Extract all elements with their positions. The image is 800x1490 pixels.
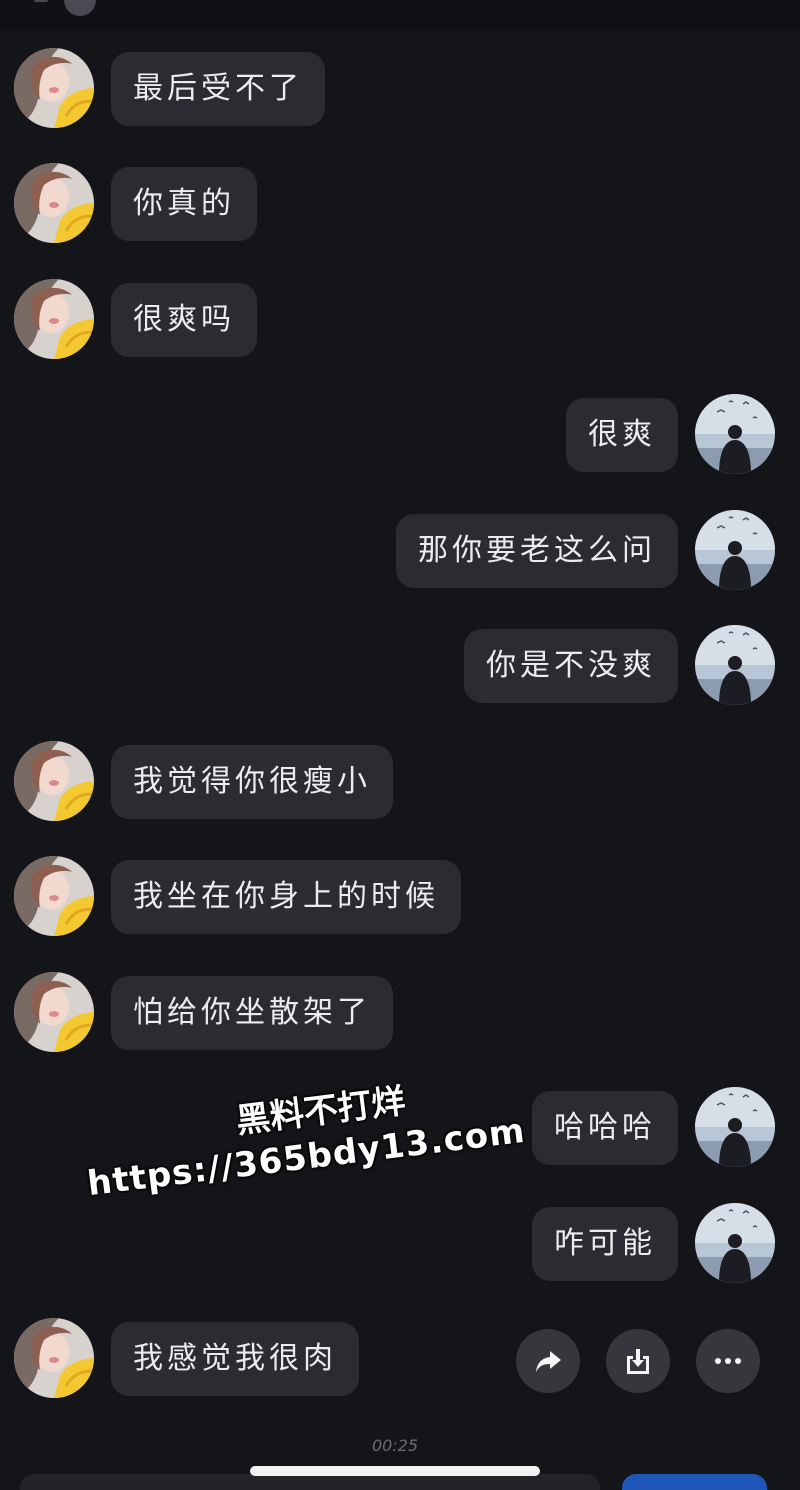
message-row: 很爽 [0, 394, 800, 476]
sender-avatar-female[interactable] [14, 48, 94, 128]
message-bubble[interactable]: 很爽吗 [111, 283, 257, 357]
message-row: 那你要老这么问 [0, 510, 800, 592]
sender-avatar-female[interactable] [14, 1318, 94, 1398]
message-bubble[interactable]: 我感觉我很肉 [111, 1322, 359, 1396]
more-dots-icon [715, 1358, 741, 1364]
download-button[interactable] [606, 1329, 670, 1393]
man-silhouette-icon [695, 394, 775, 474]
woman-photo-icon [14, 856, 94, 936]
woman-photo-icon [14, 741, 94, 821]
home-indicator [250, 1466, 540, 1476]
man-silhouette-icon [695, 510, 775, 590]
message-row: 怕给你坐散架了 [0, 972, 800, 1054]
message-bubble[interactable]: 最后受不了 [111, 52, 325, 126]
contact-avatar[interactable] [64, 0, 96, 16]
more-button[interactable] [696, 1329, 760, 1393]
download-icon [627, 1349, 649, 1374]
message-bubble[interactable]: 哈哈哈 [532, 1091, 678, 1165]
sender-avatar-female[interactable] [14, 856, 94, 936]
sender-avatar-female[interactable] [14, 163, 94, 243]
man-silhouette-icon [695, 1203, 775, 1283]
message-input-bar[interactable] [20, 1474, 600, 1490]
send-button[interactable] [622, 1474, 767, 1490]
message-bubble[interactable]: 我坐在你身上的时候 [111, 860, 461, 934]
sender-avatar-male[interactable] [695, 625, 775, 705]
message-row: 最后受不了 [0, 48, 800, 130]
woman-photo-icon [14, 48, 94, 128]
watermark: 黑料不打烊 https://365bdy13.com [70, 1064, 537, 1207]
man-silhouette-icon [695, 625, 775, 705]
message-row: 你真的 [0, 163, 800, 245]
woman-photo-icon [14, 163, 94, 243]
sender-avatar-male[interactable] [695, 510, 775, 590]
message-row: 咋可能 [0, 1203, 800, 1285]
man-silhouette-icon [695, 1087, 775, 1167]
woman-photo-icon [14, 1318, 94, 1398]
video-timer: 00:25 [371, 1436, 419, 1455]
back-icon[interactable] [34, 0, 48, 2]
top-bar [0, 0, 800, 30]
message-bubble[interactable]: 很爽 [566, 398, 678, 472]
media-actions [516, 1329, 766, 1395]
message-bubble[interactable]: 那你要老这么问 [396, 514, 678, 588]
share-arrow-icon [536, 1351, 561, 1372]
message-row: 很爽吗 [0, 279, 800, 361]
message-bubble[interactable]: 怕给你坐散架了 [111, 976, 393, 1050]
message-bubble[interactable]: 咋可能 [532, 1207, 678, 1281]
sender-avatar-male[interactable] [695, 1087, 775, 1167]
sender-avatar-female[interactable] [14, 972, 94, 1052]
woman-photo-icon [14, 279, 94, 359]
woman-photo-icon [14, 972, 94, 1052]
share-button[interactable] [516, 1329, 580, 1393]
message-row: 我坐在你身上的时候 [0, 856, 800, 938]
sender-avatar-male[interactable] [695, 1203, 775, 1283]
sender-avatar-female[interactable] [14, 279, 94, 359]
message-row: 我觉得你很瘦小 [0, 741, 800, 823]
sender-avatar-female[interactable] [14, 741, 94, 821]
message-bubble[interactable]: 你是不没爽 [464, 629, 678, 703]
sender-avatar-male[interactable] [695, 394, 775, 474]
message-row: 你是不没爽 [0, 625, 800, 707]
message-bubble[interactable]: 我觉得你很瘦小 [111, 745, 393, 819]
message-bubble[interactable]: 你真的 [111, 167, 257, 241]
